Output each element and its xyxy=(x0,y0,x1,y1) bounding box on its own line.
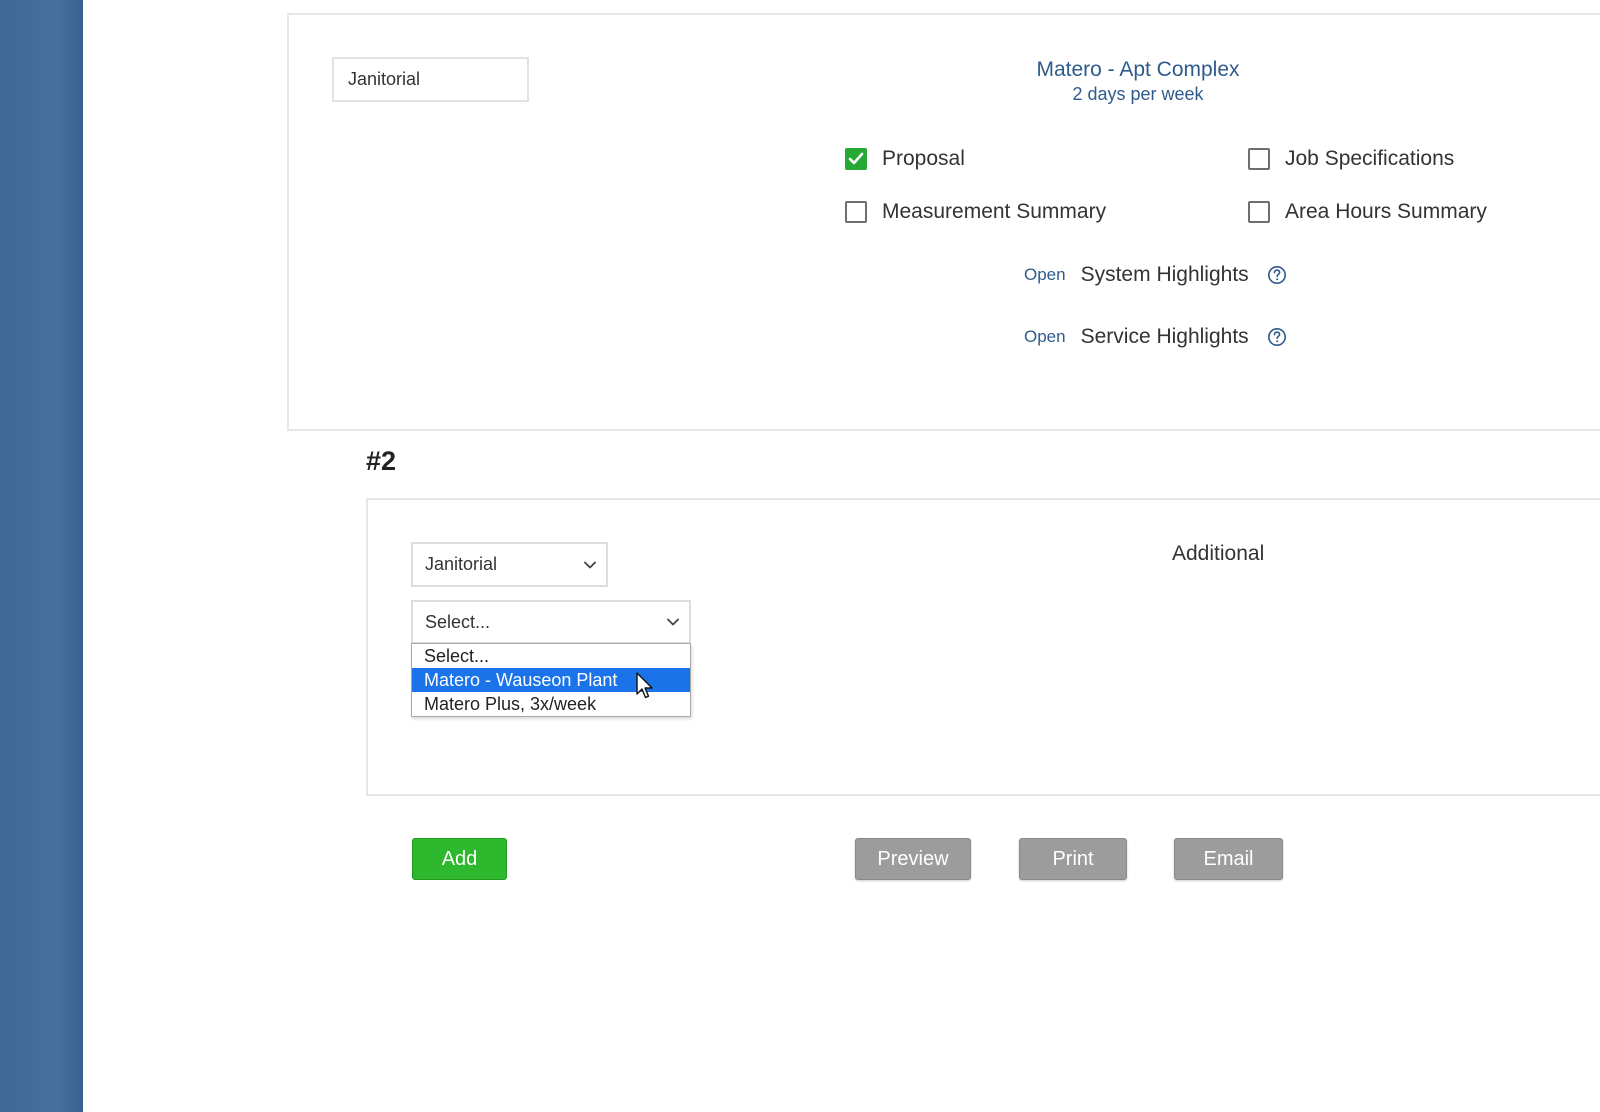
section-number: #2 xyxy=(366,446,397,476)
measurement-summary-checkbox[interactable] xyxy=(845,201,867,223)
proposal-label: Proposal xyxy=(882,147,965,170)
email-button[interactable]: Email xyxy=(1174,838,1283,880)
check-icon xyxy=(848,152,864,165)
dropdown-option[interactable]: Select... xyxy=(412,644,690,668)
measurement-summary-label: Measurement Summary xyxy=(882,200,1107,223)
service-type-select[interactable]: Janitorial xyxy=(411,542,608,587)
service-type-field[interactable]: Janitorial xyxy=(332,57,529,102)
service-highlights-open-link[interactable]: Open xyxy=(1024,327,1066,347)
service-highlights-label: Service Highlights xyxy=(1080,325,1249,348)
template-select-value: Select... xyxy=(425,611,491,632)
area-hours-summary-checkbox-row[interactable]: Area Hours Summary xyxy=(1248,200,1487,224)
proposal-checkbox-row[interactable]: Proposal xyxy=(845,147,965,171)
site-title: Matero - Apt Complex xyxy=(1036,58,1240,81)
system-highlights-row: Open System Highlights xyxy=(1024,263,1287,287)
help-circle-icon[interactable] xyxy=(1267,327,1287,347)
job-specifications-checkbox-row[interactable]: Job Specifications xyxy=(1248,147,1454,171)
preview-button[interactable]: Preview xyxy=(855,838,971,880)
measurement-summary-checkbox-row[interactable]: Measurement Summary xyxy=(845,200,1106,224)
job-specifications-checkbox[interactable] xyxy=(1248,148,1270,170)
print-button[interactable]: Print xyxy=(1019,838,1127,880)
service-type-select-value: Janitorial xyxy=(425,554,498,574)
add-button[interactable]: Add xyxy=(412,838,507,880)
help-circle-icon[interactable] xyxy=(1267,265,1287,285)
site-title-block: Matero - Apt Complex 2 days per week xyxy=(1000,57,1276,105)
template-select[interactable]: Select... xyxy=(411,600,691,644)
service-highlights-row: Open Service Highlights xyxy=(1024,325,1287,349)
additional-label: Additional xyxy=(1172,542,1265,565)
mouse-cursor-icon xyxy=(636,672,653,699)
system-highlights-label: System Highlights xyxy=(1080,263,1249,286)
area-hours-summary-checkbox[interactable] xyxy=(1248,201,1270,223)
job-specifications-label: Job Specifications xyxy=(1285,147,1455,170)
proposal-checkbox[interactable] xyxy=(845,148,867,170)
area-hours-summary-label: Area Hours Summary xyxy=(1285,200,1487,223)
system-highlights-open-link[interactable]: Open xyxy=(1024,265,1066,285)
service-frequency: 2 days per week xyxy=(1072,84,1204,104)
left-sidebar xyxy=(0,0,83,1112)
chevron-down-icon xyxy=(667,618,679,626)
chevron-down-icon xyxy=(584,561,596,568)
